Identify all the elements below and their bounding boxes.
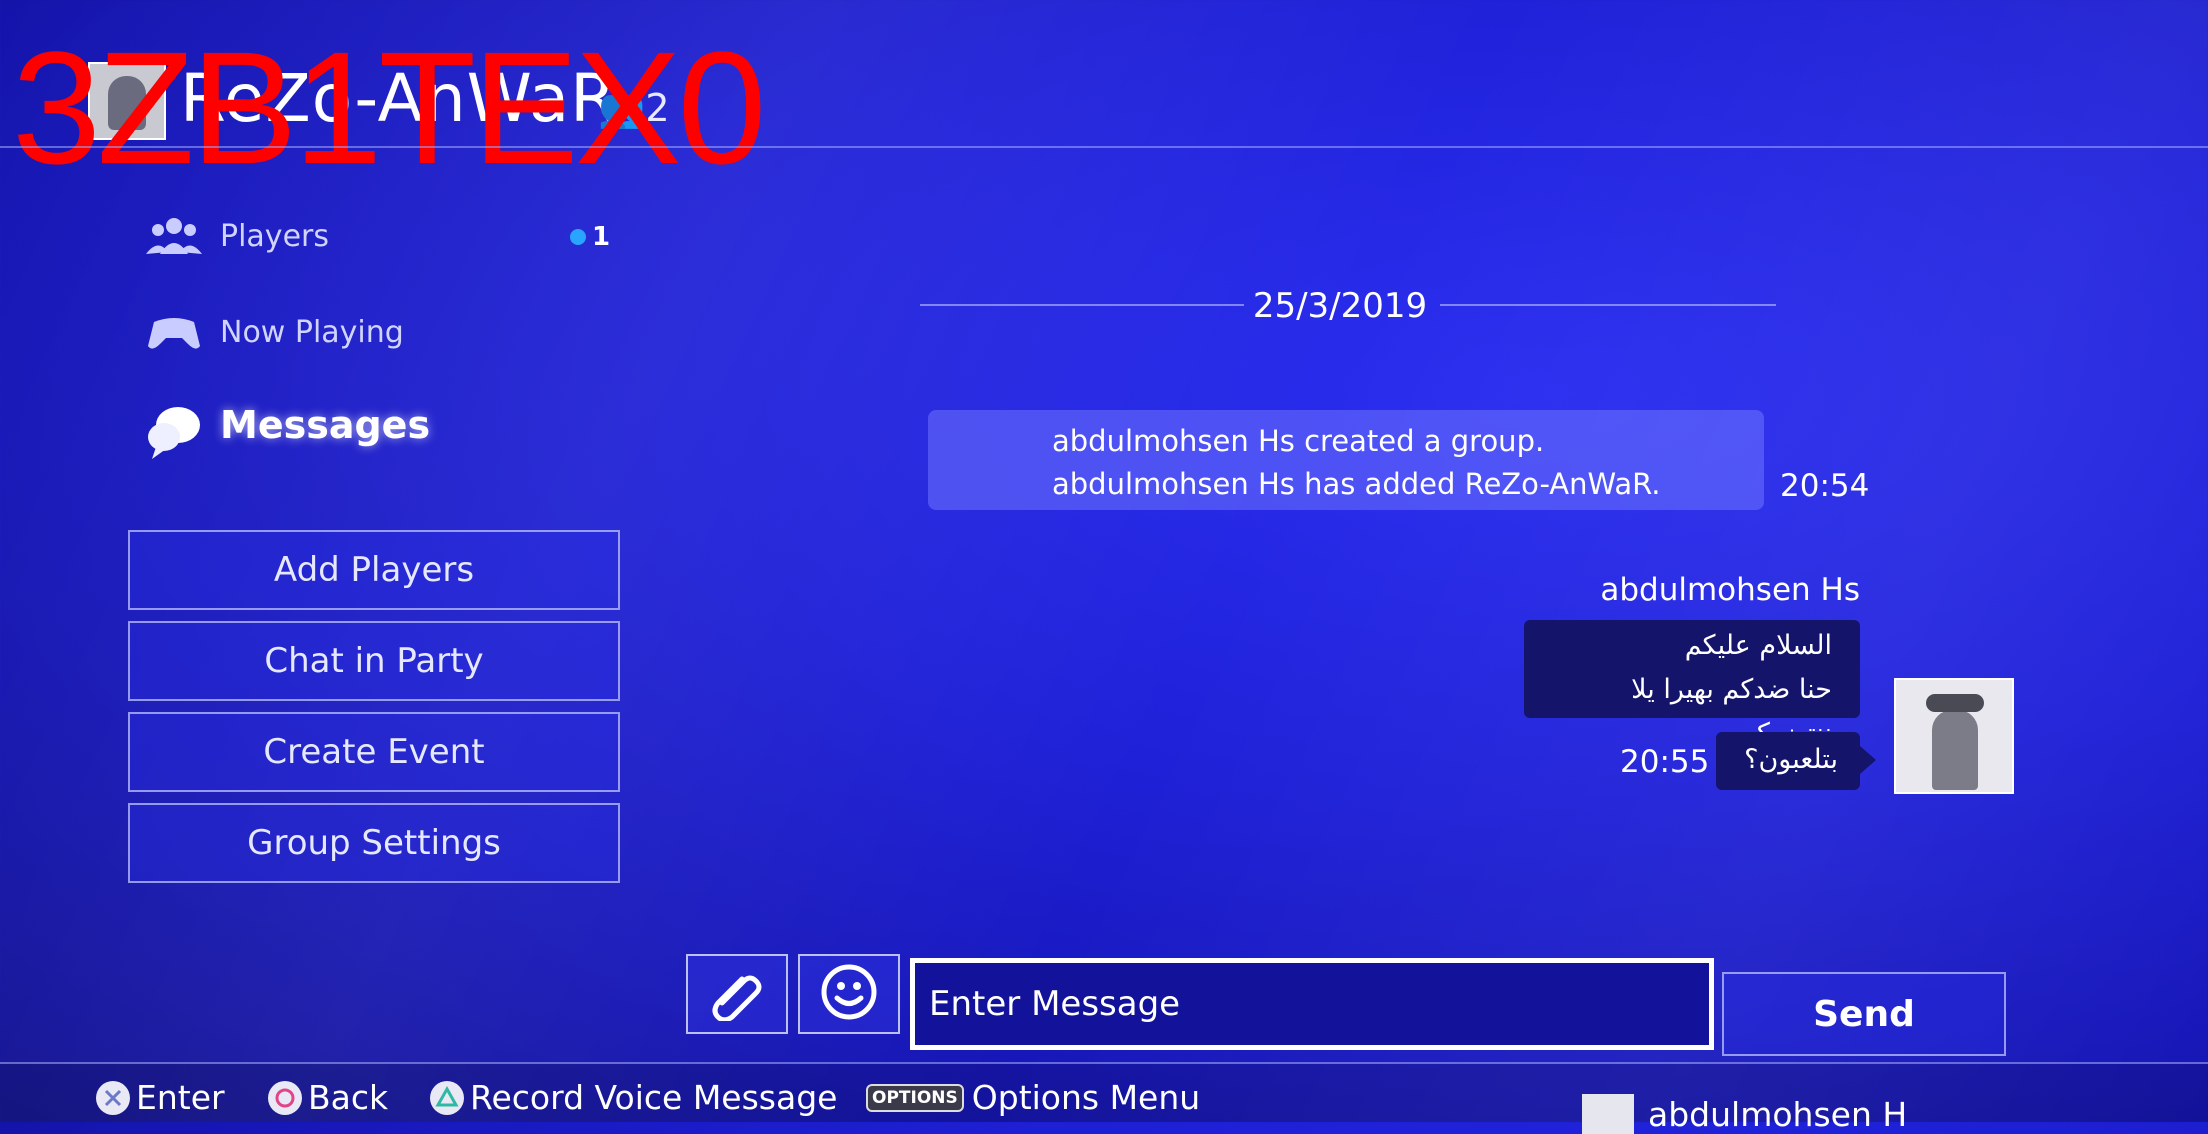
bubble-tail bbox=[1860, 746, 1876, 774]
triangle-button-icon bbox=[430, 1080, 464, 1115]
date-divider-right bbox=[1440, 304, 1776, 306]
message-line: حنا ضدكم بهيرا يلا ننتضركم bbox=[1631, 674, 1832, 749]
footer-user: abdulmohsen H bbox=[1582, 1094, 1907, 1134]
hint-record-voice: Record Voice Message bbox=[430, 1078, 837, 1117]
hint-options-label: Options Menu bbox=[971, 1078, 1201, 1117]
circle-button-icon bbox=[268, 1080, 302, 1115]
messages-icon bbox=[146, 403, 202, 459]
footer-user-avatar bbox=[1582, 1094, 1634, 1134]
header-divider bbox=[0, 146, 2208, 148]
message-input[interactable] bbox=[910, 958, 1714, 1050]
nav-players[interactable]: Players bbox=[146, 211, 329, 261]
message-bubble: السلام عليكم حنا ضدكم بهيرا يلا ننتضركم bbox=[1524, 620, 1860, 749]
add-players-button[interactable]: Add Players bbox=[128, 530, 620, 610]
send-button[interactable]: Send bbox=[1722, 972, 2006, 1056]
message-time: 20:55 bbox=[1620, 744, 1710, 780]
hint-back-label: Back bbox=[308, 1078, 389, 1117]
message-sender-name: abdulmohsen Hs bbox=[1600, 572, 1860, 608]
group-settings-button[interactable]: Group Settings bbox=[128, 803, 620, 883]
message-line: بتلعبون؟ bbox=[1744, 744, 1838, 775]
online-dot-icon bbox=[570, 229, 586, 245]
message-bubble: بتلعبون؟ bbox=[1716, 732, 1860, 790]
hint-back: Back bbox=[268, 1078, 388, 1117]
system-message-time: 20:54 bbox=[1780, 468, 1870, 504]
attach-button[interactable] bbox=[686, 954, 788, 1034]
message-line: السلام عليكم bbox=[1684, 630, 1832, 661]
system-message-line: abdulmohsen Hs created a group. bbox=[1052, 424, 1545, 458]
hint-enter-label: Enter bbox=[136, 1078, 225, 1117]
header: ReZo-AnWaR 👥2 3ZB1TEX0 bbox=[0, 0, 2208, 188]
emoji-button[interactable] bbox=[798, 954, 900, 1034]
players-badge: 1 bbox=[570, 222, 610, 252]
date-label: 25/3/2019 bbox=[1252, 286, 1428, 326]
emoji-icon bbox=[820, 963, 878, 1025]
options-button-icon: OPTIONS bbox=[866, 1083, 964, 1112]
system-message: abdulmohsen Hs created a group. abdulmoh… bbox=[928, 410, 1764, 510]
sender-avatar[interactable] bbox=[1894, 678, 2014, 794]
nav-messages[interactable]: Messages bbox=[146, 400, 431, 459]
footer-user-name: abdulmohsen H bbox=[1648, 1094, 1908, 1134]
controller-icon bbox=[146, 310, 202, 354]
nav-messages-label: Messages bbox=[220, 403, 431, 447]
players-icon bbox=[146, 214, 202, 258]
hint-options: OPTIONS Options Menu bbox=[866, 1078, 1200, 1117]
system-message-line: abdulmohsen Hs has added ReZo-AnWaR. bbox=[1052, 467, 1661, 501]
date-divider-left bbox=[920, 304, 1244, 306]
hint-record-voice-label: Record Voice Message bbox=[470, 1078, 838, 1117]
nav-players-label: Players bbox=[220, 218, 329, 254]
nav-now-playing-label: Now Playing bbox=[220, 314, 404, 350]
paperclip-icon bbox=[708, 963, 766, 1025]
chat-in-party-button[interactable]: Chat in Party bbox=[128, 621, 620, 701]
create-event-button[interactable]: Create Event bbox=[128, 712, 620, 792]
nav-now-playing[interactable]: Now Playing bbox=[146, 307, 404, 357]
players-badge-count: 1 bbox=[592, 222, 611, 252]
watermark: 3ZB1TEX0 bbox=[12, 18, 767, 197]
hint-enter: Enter bbox=[96, 1078, 225, 1117]
cross-button-icon bbox=[96, 1080, 130, 1115]
